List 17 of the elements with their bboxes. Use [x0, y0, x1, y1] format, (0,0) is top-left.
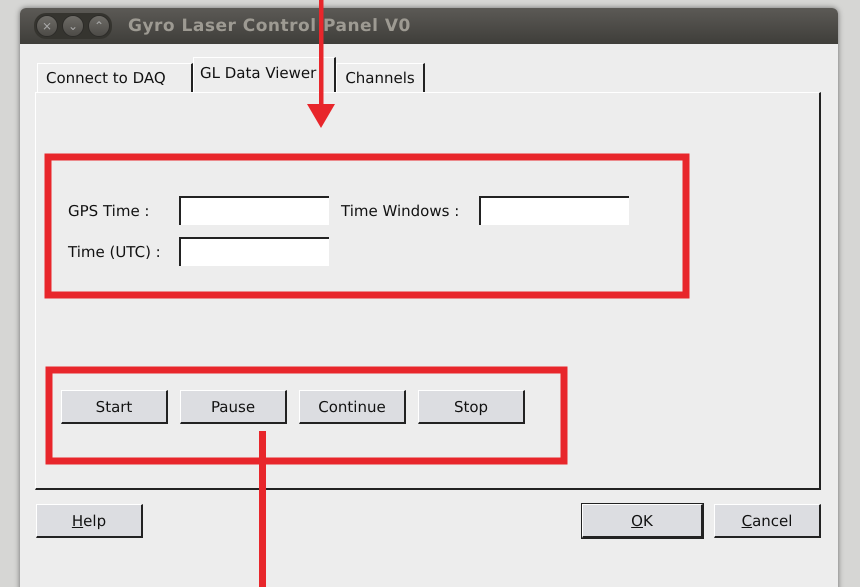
input-field[interactable] [479, 196, 629, 225]
dialog-button[interactable]: Help [36, 504, 143, 538]
tab[interactable]: Connect to DAQ [37, 63, 193, 92]
input-field[interactable] [179, 196, 329, 225]
window-title: Gyro Laser Control Panel V0 [128, 16, 411, 36]
field-label: GPS Time : [68, 202, 150, 220]
field-label: Time (UTC) : [68, 242, 162, 260]
dialog-button[interactable]: OK [582, 504, 703, 538]
field-label: Time Windows : [340, 202, 460, 220]
tab[interactable]: GL Data Viewer [193, 57, 336, 92]
action-button[interactable]: Continue [299, 390, 406, 424]
input-field[interactable] [179, 237, 329, 266]
action-button[interactable]: Start [61, 390, 168, 424]
dialog-button[interactable]: Cancel [714, 504, 821, 538]
action-button[interactable]: Stop [418, 390, 525, 424]
action-button[interactable]: Pause [180, 390, 287, 424]
tab[interactable]: Channels [336, 63, 425, 92]
